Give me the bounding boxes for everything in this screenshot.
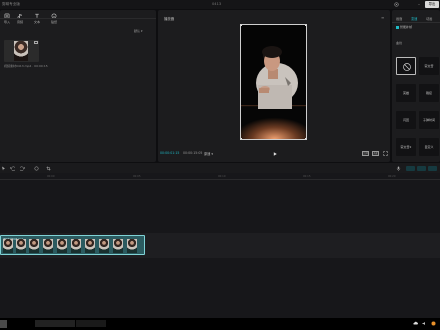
app-tray-icon[interactable] [431,321,436,326]
curve-tile[interactable]: 跳接 [419,84,439,102]
sort-dropdown[interactable]: 默认 ▾ [134,29,142,33]
tab-speed[interactable]: 变速 [411,16,417,21]
clip-frame [127,239,137,253]
media-badge-icon [34,41,38,44]
tool-label: 音频 [16,20,23,24]
media-item-name: 视频素材0413.mp4 · 00:00:15 [4,64,48,68]
clip-frame [85,239,95,253]
clip-frame [57,239,67,253]
taskbar-app[interactable] [76,320,106,327]
crop-icon[interactable] [46,166,51,171]
cloud-icon[interactable] [413,321,418,326]
project-title: 0413 [212,2,222,6]
clip-frame [29,239,39,253]
player-menu-icon[interactable]: ≡ [381,15,384,20]
fit-button[interactable]: 适配 [372,151,379,156]
curve-tile[interactable]: 蒙太奇2 [396,138,416,156]
play-button[interactable] [272,151,278,157]
app-title: 剪映专业版 [2,2,20,6]
curve-tile[interactable]: 子弹时间 [419,111,439,129]
ruler-tick: 00:00 [47,175,55,178]
settings-icon[interactable] [394,2,399,7]
player-title: 播放器 [164,17,175,21]
ruler-tick: 00:15 [303,175,311,178]
ruler-baseline [0,179,440,180]
ruler-tick: 00:20 [388,175,396,178]
minimize-button[interactable]: – [415,1,423,8]
clip-frame [71,239,81,253]
split-icon[interactable] [34,166,39,171]
resize-handle[interactable] [305,25,306,26]
curve-tile-none[interactable] [396,57,416,75]
curve-tile[interactable]: 蒙太奇 [419,57,439,75]
current-time: 00:00:01:15 [160,151,180,155]
media-divider [0,18,156,19]
speaker-icon[interactable] [422,321,427,326]
ruler-tick: 00:10 [218,175,226,178]
resize-handle[interactable] [241,138,242,139]
preview-axis-toggle[interactable] [428,166,437,171]
ratio-button[interactable]: 比例 [362,151,369,156]
thumbnail-image [14,41,28,61]
ruler-tick: 00:05 [133,175,141,178]
curve-tile[interactable]: 自定义 [419,138,439,156]
tab-animation[interactable]: 动画 [426,16,432,21]
select-tool-icon[interactable] [1,166,6,171]
tool-label: 导入 [3,20,10,24]
curve-section-label: 曲线 [396,41,403,45]
magnet-toggle[interactable] [406,166,415,171]
curve-tile[interactable]: 英雄 [396,84,416,102]
export-button[interactable]: 导出 [425,1,439,8]
clip-frame [43,239,53,253]
clip-frame [3,239,13,253]
timeline-toolbar [0,163,440,173]
link-toggle[interactable] [417,166,426,171]
total-time: 00:00:15:05 [183,151,203,155]
tabs-divider [392,22,440,23]
clip-frame [16,239,26,253]
tool-label: 文本 [33,20,40,24]
clip-frame [113,239,123,253]
taskbar-app[interactable] [35,320,75,327]
media-thumbnail[interactable] [4,40,39,62]
play-icon [273,152,277,156]
tab-picture[interactable]: 画面 [396,16,402,21]
smart-frame-checkbox[interactable]: 智能补帧 [396,25,412,29]
microphone-icon[interactable] [396,166,401,171]
clip-frame [99,239,109,253]
video-frame-image [241,25,306,139]
speed-dropdown[interactable]: 原速 ▾ [204,151,213,156]
undo-icon[interactable] [10,166,16,171]
redo-icon[interactable] [19,166,25,171]
fullscreen-icon[interactable] [383,151,388,156]
tool-label: 贴纸 [50,20,57,24]
none-icon [403,63,411,71]
video-clip[interactable]: 视频素材0413.mp4 [0,235,145,255]
media-panel [0,10,156,162]
checkbox-box [396,25,399,29]
resize-handle[interactable] [241,25,242,26]
video-preview[interactable] [240,24,307,140]
curve-tile[interactable]: 闪回 [396,111,416,129]
start-button[interactable] [0,320,7,328]
resize-handle[interactable] [305,138,306,139]
smart-frame-label: 智能补帧 [400,25,413,29]
